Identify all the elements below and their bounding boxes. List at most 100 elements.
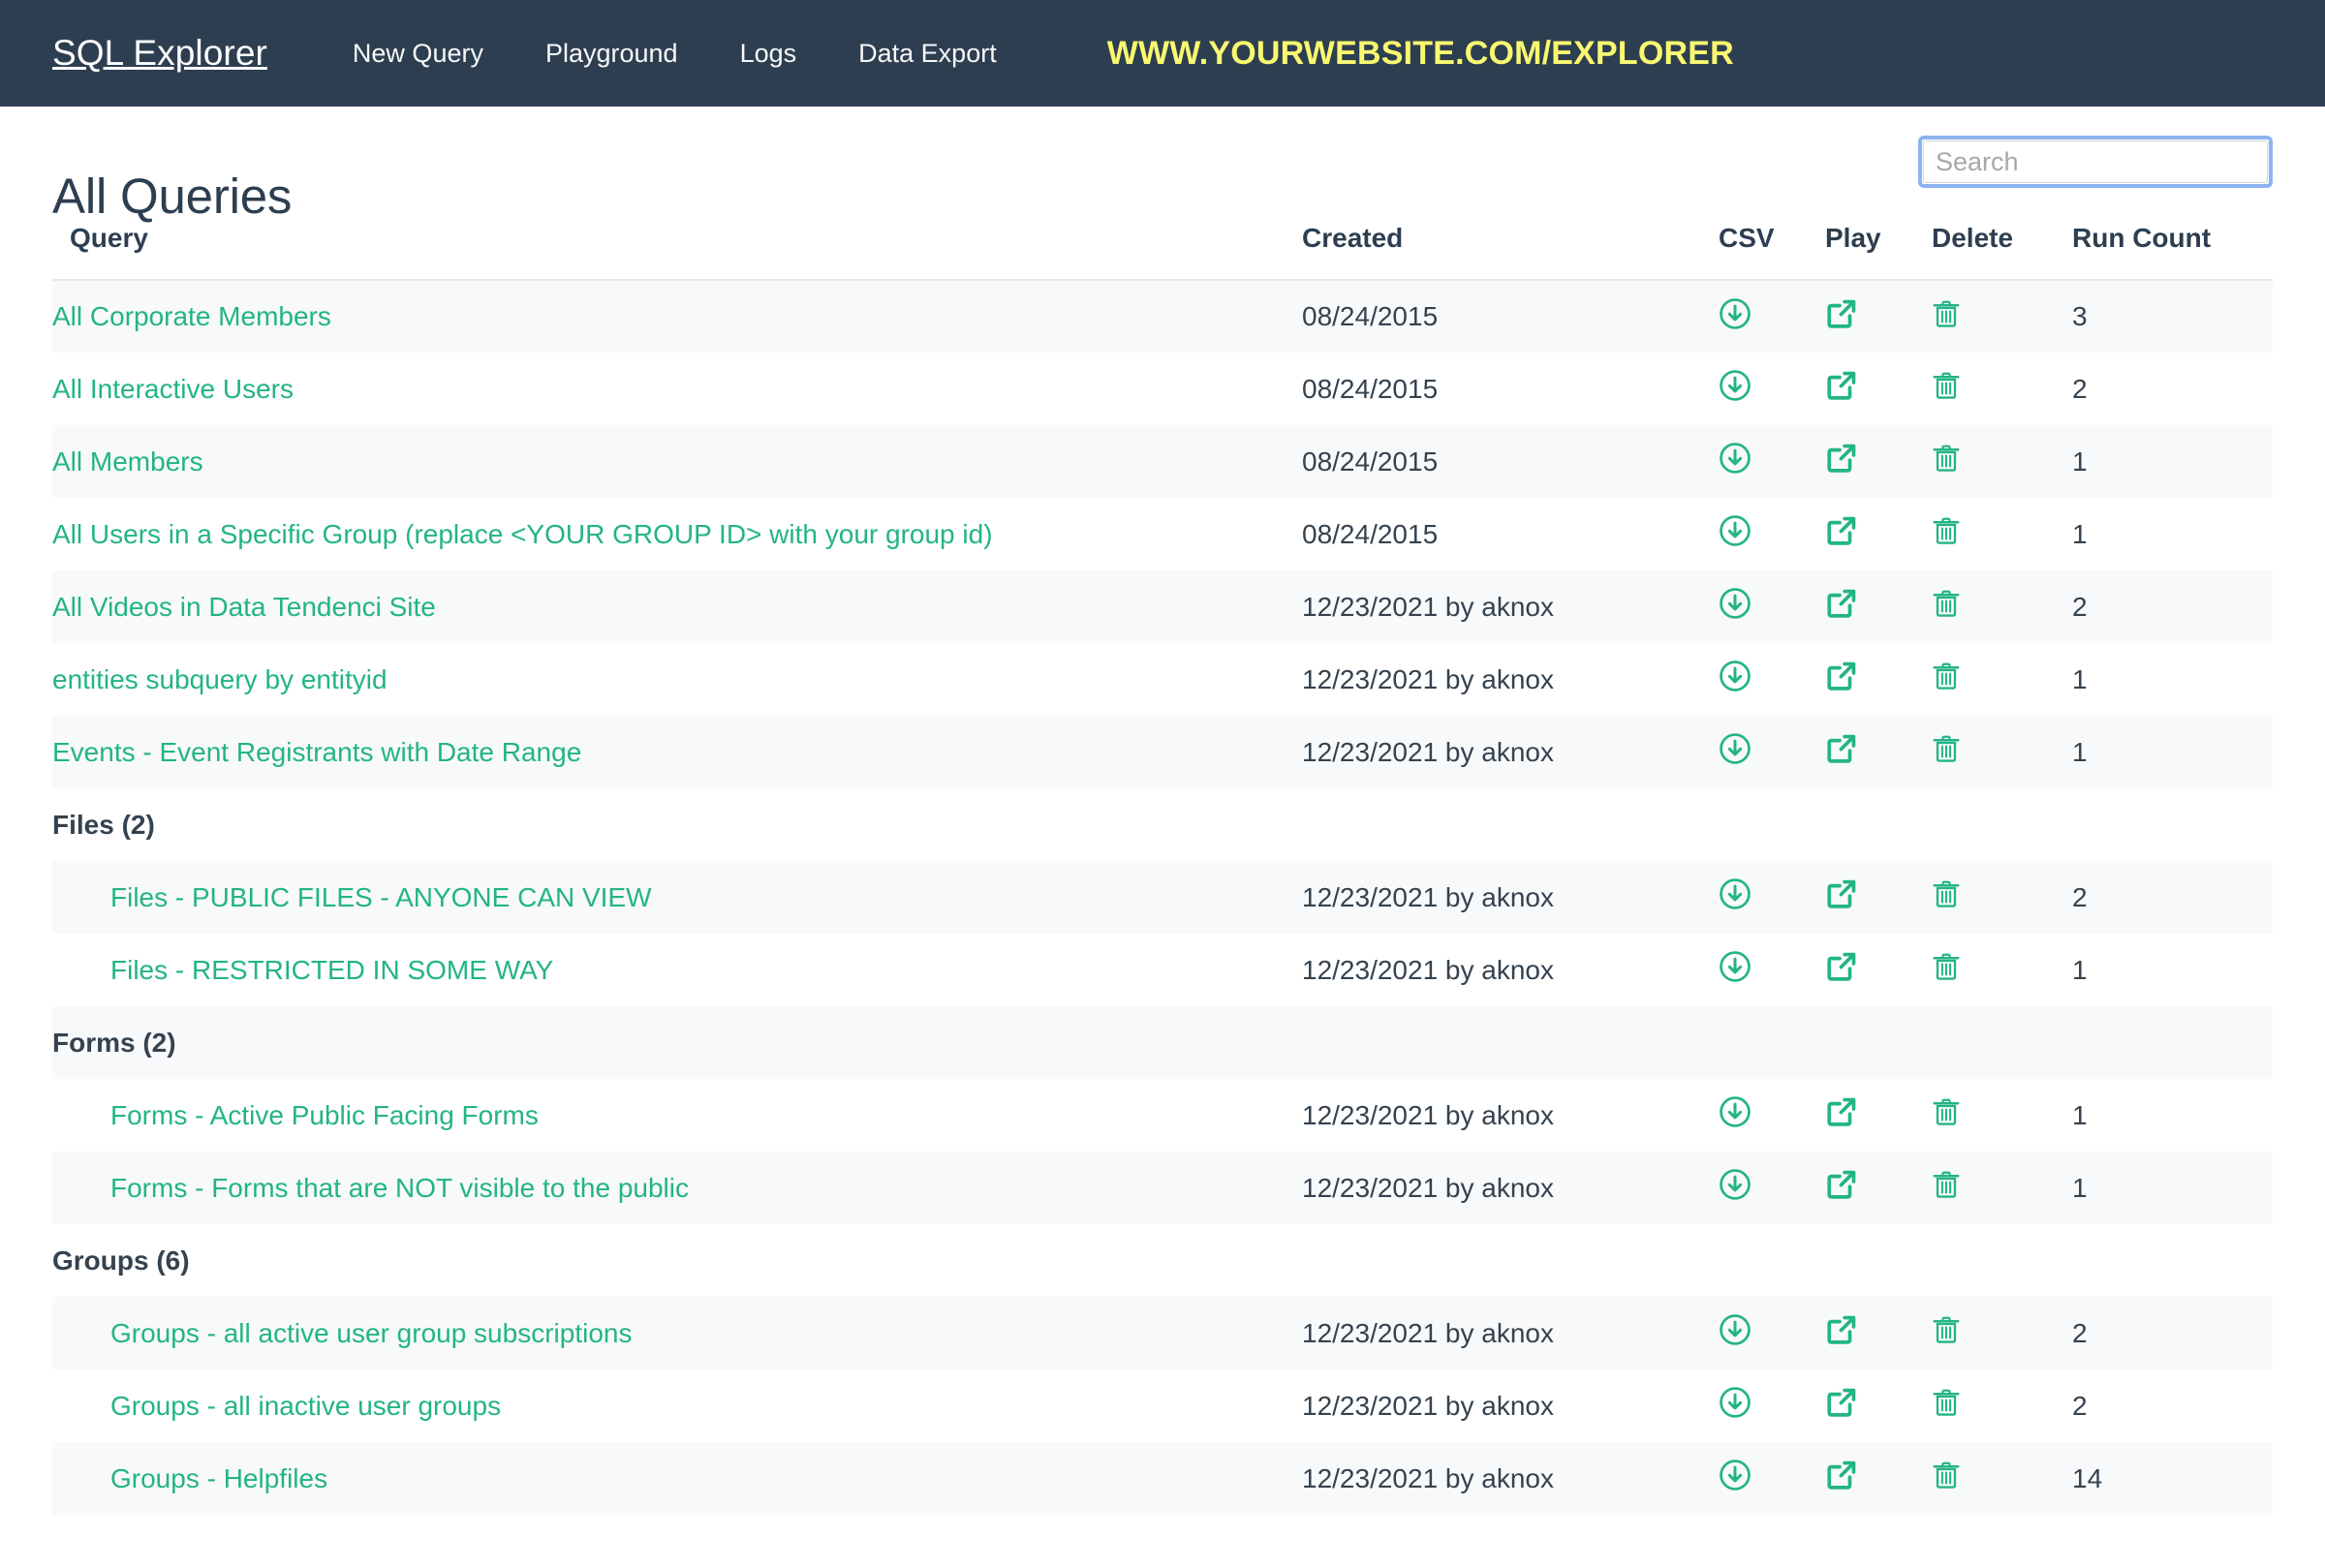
query-link[interactable]: Events - Event Registrants with Date Ran…	[52, 737, 581, 767]
brand-link[interactable]: SQL Explorer	[52, 33, 267, 74]
trash-icon[interactable]	[1932, 660, 1961, 692]
delete-query-button[interactable]	[1932, 1297, 2072, 1369]
delete-query-button[interactable]	[1932, 1079, 2072, 1152]
query-link[interactable]: Groups - all inactive user groups	[110, 1391, 501, 1421]
query-link[interactable]: Groups - all active user group subscript…	[110, 1318, 632, 1348]
nav-new-query[interactable]: New Query	[322, 39, 514, 69]
trash-icon[interactable]	[1932, 587, 1961, 620]
column-header-created[interactable]: Created	[1302, 223, 1719, 281]
play-query-button[interactable]	[1825, 280, 1932, 353]
trash-icon[interactable]	[1932, 877, 1961, 910]
delete-query-button[interactable]	[1932, 353, 2072, 425]
external-link-icon[interactable]	[1825, 1459, 1858, 1491]
query-link[interactable]: Files - RESTRICTED IN SOME WAY	[110, 955, 553, 985]
delete-query-button[interactable]	[1932, 1442, 2072, 1515]
download-circle-icon[interactable]	[1719, 1168, 1752, 1201]
query-link[interactable]: Files - PUBLIC FILES - ANYONE CAN VIEW	[110, 882, 652, 912]
delete-query-button[interactable]	[1932, 1152, 2072, 1224]
download-circle-icon[interactable]	[1719, 877, 1752, 910]
query-link[interactable]: Groups - Helpfiles	[110, 1463, 327, 1493]
csv-download-button[interactable]	[1719, 861, 1825, 934]
external-link-icon[interactable]	[1825, 732, 1858, 765]
delete-query-button[interactable]	[1932, 934, 2072, 1006]
csv-download-button[interactable]	[1719, 498, 1825, 570]
external-link-icon[interactable]	[1825, 877, 1858, 910]
nav-data-export[interactable]: Data Export	[827, 39, 1028, 69]
download-circle-icon[interactable]	[1719, 1313, 1752, 1346]
column-header-query[interactable]: Query	[52, 223, 1302, 281]
external-link-icon[interactable]	[1825, 297, 1858, 330]
download-circle-icon[interactable]	[1719, 1386, 1752, 1419]
download-circle-icon[interactable]	[1719, 297, 1752, 330]
external-link-icon[interactable]	[1825, 369, 1858, 402]
external-link-icon[interactable]	[1825, 950, 1858, 983]
download-circle-icon[interactable]	[1719, 369, 1752, 402]
csv-download-button[interactable]	[1719, 1369, 1825, 1442]
trash-icon[interactable]	[1932, 514, 1961, 547]
external-link-icon[interactable]	[1825, 442, 1858, 475]
trash-icon[interactable]	[1932, 369, 1961, 402]
delete-query-button[interactable]	[1932, 1369, 2072, 1442]
trash-icon[interactable]	[1932, 1459, 1961, 1491]
play-query-button[interactable]	[1825, 643, 1932, 716]
nav-playground[interactable]: Playground	[514, 39, 709, 69]
play-query-button[interactable]	[1825, 1152, 1932, 1224]
play-query-button[interactable]	[1825, 353, 1932, 425]
csv-download-button[interactable]	[1719, 643, 1825, 716]
nav-logs[interactable]: Logs	[709, 39, 828, 69]
query-link[interactable]: Forms - Forms that are NOT visible to th…	[110, 1173, 689, 1203]
delete-query-button[interactable]	[1932, 716, 2072, 788]
trash-icon[interactable]	[1932, 950, 1961, 983]
query-link[interactable]: All Corporate Members	[52, 301, 331, 331]
external-link-icon[interactable]	[1825, 514, 1858, 547]
csv-download-button[interactable]	[1719, 353, 1825, 425]
delete-query-button[interactable]	[1932, 280, 2072, 353]
delete-query-button[interactable]	[1932, 861, 2072, 934]
csv-download-button[interactable]	[1719, 934, 1825, 1006]
delete-query-button[interactable]	[1932, 425, 2072, 498]
play-query-button[interactable]	[1825, 498, 1932, 570]
csv-download-button[interactable]	[1719, 716, 1825, 788]
external-link-icon[interactable]	[1825, 1095, 1858, 1128]
delete-query-button[interactable]	[1932, 570, 2072, 643]
query-link[interactable]: All Users in a Specific Group (replace <…	[52, 519, 993, 549]
download-circle-icon[interactable]	[1719, 587, 1752, 620]
query-link[interactable]: All Members	[52, 446, 203, 477]
trash-icon[interactable]	[1932, 1313, 1961, 1346]
delete-query-button[interactable]	[1932, 643, 2072, 716]
download-circle-icon[interactable]	[1719, 1459, 1752, 1491]
external-link-icon[interactable]	[1825, 660, 1858, 692]
csv-download-button[interactable]	[1719, 1297, 1825, 1369]
trash-icon[interactable]	[1932, 1168, 1961, 1201]
download-circle-icon[interactable]	[1719, 442, 1752, 475]
play-query-button[interactable]	[1825, 934, 1932, 1006]
trash-icon[interactable]	[1932, 297, 1961, 330]
delete-query-button[interactable]	[1932, 498, 2072, 570]
play-query-button[interactable]	[1825, 1297, 1932, 1369]
download-circle-icon[interactable]	[1719, 514, 1752, 547]
external-link-icon[interactable]	[1825, 587, 1858, 620]
csv-download-button[interactable]	[1719, 1442, 1825, 1515]
external-link-icon[interactable]	[1825, 1386, 1858, 1419]
play-query-button[interactable]	[1825, 570, 1932, 643]
download-circle-icon[interactable]	[1719, 660, 1752, 692]
search-box[interactable]	[1918, 136, 2273, 188]
download-circle-icon[interactable]	[1719, 950, 1752, 983]
external-link-icon[interactable]	[1825, 1168, 1858, 1201]
trash-icon[interactable]	[1932, 1386, 1961, 1419]
download-circle-icon[interactable]	[1719, 1095, 1752, 1128]
trash-icon[interactable]	[1932, 1095, 1961, 1128]
column-header-run-count[interactable]: Run Count	[2072, 223, 2273, 281]
csv-download-button[interactable]	[1719, 1152, 1825, 1224]
csv-download-button[interactable]	[1719, 1079, 1825, 1152]
play-query-button[interactable]	[1825, 861, 1932, 934]
trash-icon[interactable]	[1932, 732, 1961, 765]
query-link[interactable]: All Videos in Data Tendenci Site	[52, 592, 436, 622]
csv-download-button[interactable]	[1719, 425, 1825, 498]
query-link[interactable]: entities subquery by entityid	[52, 664, 388, 694]
play-query-button[interactable]	[1825, 716, 1932, 788]
play-query-button[interactable]	[1825, 1079, 1932, 1152]
play-query-button[interactable]	[1825, 425, 1932, 498]
play-query-button[interactable]	[1825, 1369, 1932, 1442]
query-link[interactable]: All Interactive Users	[52, 374, 294, 404]
